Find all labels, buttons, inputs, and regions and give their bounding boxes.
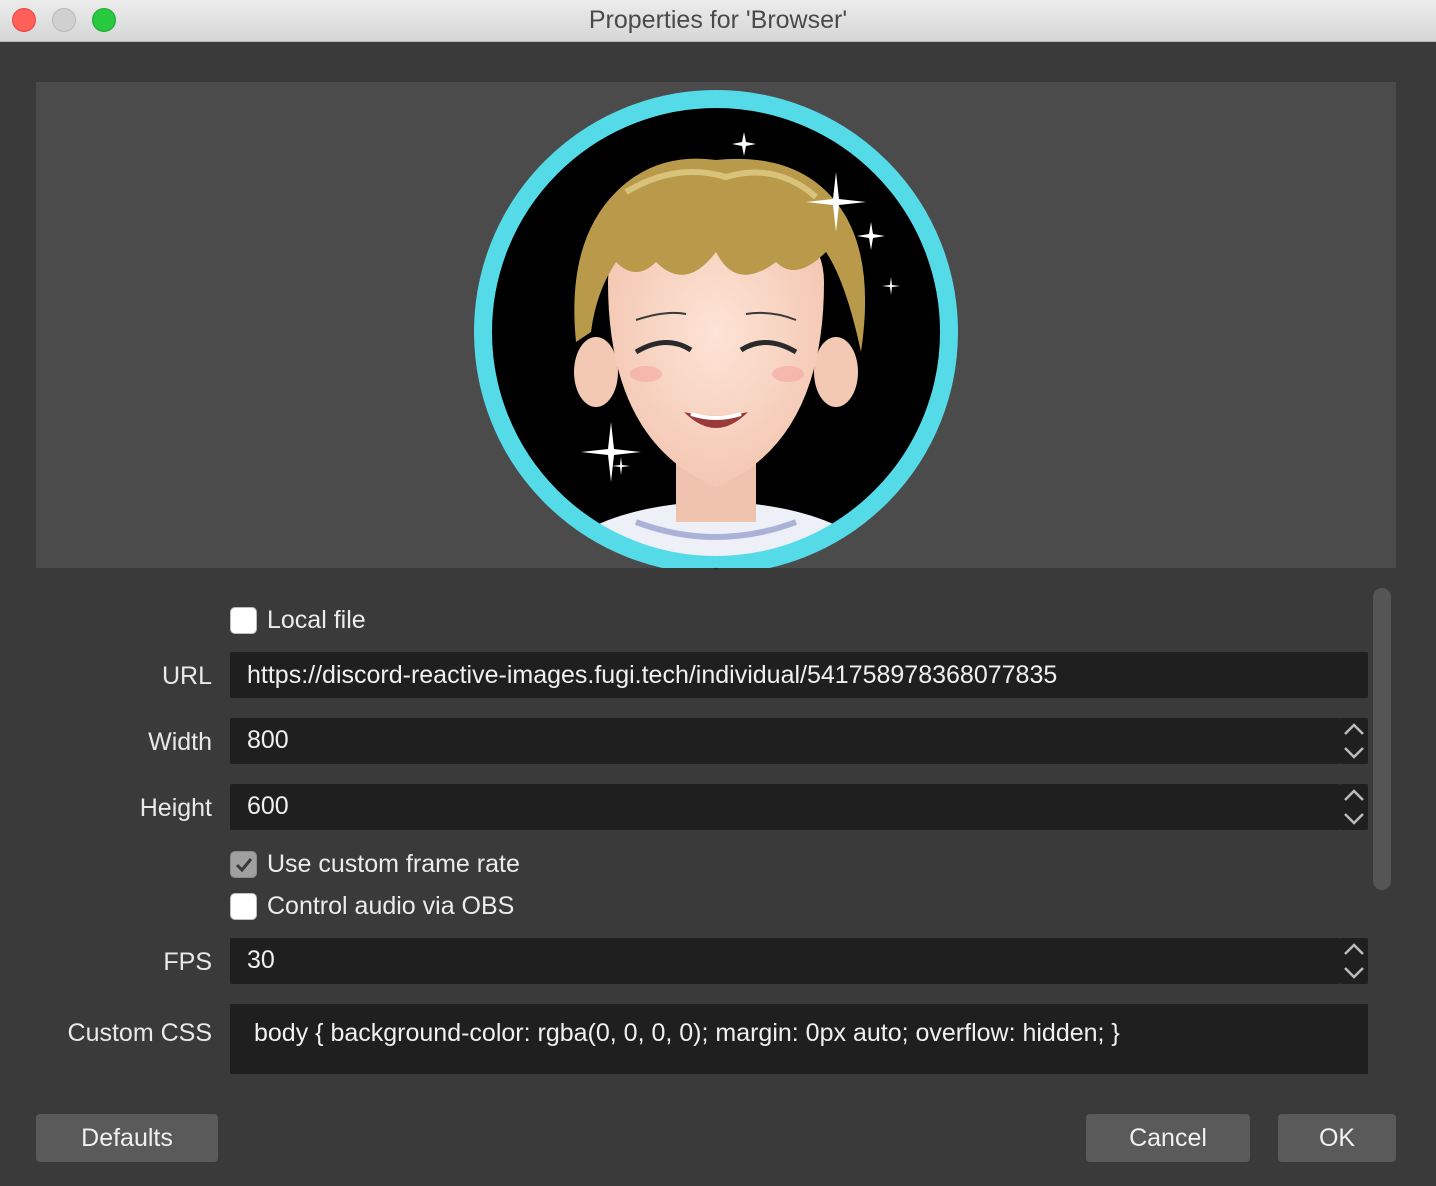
checkmark-icon	[235, 858, 253, 873]
control-audio-label: Control audio via OBS	[267, 892, 515, 920]
decrement-icon[interactable]	[1340, 961, 1368, 983]
height-input[interactable]: 600	[230, 784, 1340, 830]
decrement-icon[interactable]	[1340, 807, 1368, 829]
custom-frame-rate-checkbox[interactable]	[230, 851, 257, 878]
custom-frame-rate-label: Use custom frame rate	[267, 850, 520, 878]
custom-css-textarea[interactable]: body { background-color: rgba(0, 0, 0, 0…	[230, 1004, 1368, 1074]
properties-scrollbar[interactable]	[1373, 588, 1391, 890]
height-spinner[interactable]	[1340, 784, 1368, 830]
fps-spinner[interactable]	[1340, 938, 1368, 984]
splitter-handle[interactable]: ⌃	[710, 568, 722, 578]
fps-label: FPS	[163, 948, 212, 976]
local-file-label: Local file	[267, 606, 366, 634]
url-label: URL	[161, 662, 212, 690]
width-spinner[interactable]	[1340, 718, 1368, 764]
cancel-button[interactable]: Cancel	[1086, 1114, 1250, 1162]
title-bar: Properties for 'Browser'	[0, 0, 1436, 42]
control-audio-checkbox[interactable]	[230, 893, 257, 920]
avatar-image	[474, 90, 958, 568]
browser-preview	[36, 82, 1396, 568]
url-input[interactable]: https://discord-reactive-images.fugi.tec…	[230, 652, 1368, 698]
increment-icon[interactable]	[1340, 719, 1368, 741]
width-input[interactable]: 800	[230, 718, 1340, 764]
width-label: Width	[148, 728, 212, 756]
height-label: Height	[139, 794, 212, 822]
window-title: Properties for 'Browser'	[588, 6, 848, 34]
increment-icon[interactable]	[1340, 785, 1368, 807]
local-file-checkbox[interactable]	[230, 607, 257, 634]
defaults-button[interactable]: Defaults	[36, 1114, 218, 1162]
ok-button[interactable]: OK	[1278, 1114, 1396, 1162]
decrement-icon[interactable]	[1340, 741, 1368, 763]
custom-css-label: Custom CSS	[67, 1019, 212, 1047]
increment-icon[interactable]	[1340, 939, 1368, 961]
fps-input[interactable]: 30	[230, 938, 1340, 984]
